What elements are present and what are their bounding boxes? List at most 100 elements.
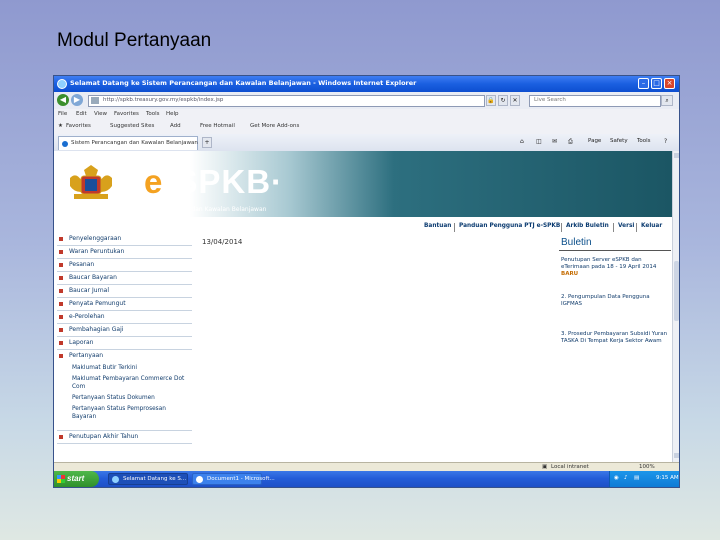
tab-label: Sistem Perancangan dan Kawalan Belanjawa… (71, 140, 198, 146)
suggested-sites-link[interactable]: Suggested Sites (110, 123, 154, 129)
current-date: 13/04/2014 (202, 238, 243, 246)
task-ie[interactable]: Selamat Datang ke S... (108, 473, 188, 485)
star-icon[interactable]: ★ (58, 123, 63, 129)
menu-item-baucar-bayaran[interactable]: Baucar Bayaran (57, 272, 192, 285)
bullet-icon (59, 263, 63, 267)
bullet-icon (59, 435, 63, 439)
bullet-icon (59, 315, 63, 319)
menu-item-pesanan[interactable]: Pesanan (57, 259, 192, 272)
vertical-scrollbar[interactable] (672, 151, 679, 462)
address-toolbar: ◀ ▶ http://spkb.treasury.gov.my/espkb/in… (54, 92, 679, 110)
bullet-icon (59, 354, 63, 358)
add-link[interactable]: Add (170, 123, 181, 129)
menu-item-pembahagian-gaji[interactable]: Pembahagian Gaji (57, 324, 192, 337)
page-menu[interactable]: Page (588, 138, 601, 144)
new-badge: BARU (561, 271, 579, 277)
status-zone: Local intranet (551, 464, 589, 470)
address-input[interactable]: http://spkb.treasury.gov.my/espkb/index.… (88, 95, 485, 107)
task-word[interactable]: Document1 - Microsoft... (192, 473, 275, 485)
network-icon[interactable]: ▤ (634, 475, 639, 481)
menu-file[interactable]: File (58, 111, 67, 117)
menu-item-penyelenggaraan[interactable]: Penyelenggaraan (57, 233, 192, 246)
menu-help[interactable]: Help (166, 111, 179, 117)
start-button[interactable]: start (54, 471, 99, 487)
submenu-status-dokumen[interactable]: Pertanyaan Status Dokumen (72, 394, 187, 402)
scroll-thumb[interactable] (674, 261, 679, 321)
addons-link[interactable]: Get More Add-ons (250, 123, 299, 129)
submenu-maklumat-butir[interactable]: Maklumat Butir Terkini (72, 364, 187, 372)
bullet-icon (59, 302, 63, 306)
search-icon[interactable]: ⌕ (661, 95, 673, 106)
bullet-icon (59, 250, 63, 254)
submenu-commerce-dot-com[interactable]: Maklumat Pembayaran Commerce Dot Com (72, 375, 187, 391)
back-icon[interactable]: ◀ (57, 94, 69, 106)
hotmail-link[interactable]: Free Hotmail (200, 123, 235, 129)
tray-icon[interactable]: ◉ (614, 475, 619, 481)
espkb-logo: ·e-SPKB· (132, 163, 284, 200)
word-task-icon (196, 476, 203, 483)
site-subtitle: Sistem Perancangan dan Kawalan Belanjawa… (128, 206, 267, 213)
minimize-button[interactable]: – (638, 78, 649, 89)
windows-taskbar: start Selamat Datang ke S... Document1 -… (54, 471, 679, 487)
menu-item-eperolehan[interactable]: e-Perolehan (57, 311, 192, 324)
nav-bantuan[interactable]: Bantuan (424, 223, 451, 229)
menu-item-waran[interactable]: Waran Peruntukan (57, 246, 192, 259)
tab-favicon-icon (62, 141, 68, 147)
menu-item-baucar-jurnal[interactable]: Baucar Jurnal (57, 285, 192, 298)
refresh-icon[interactable]: ↻ (498, 95, 508, 106)
bullet-icon (59, 289, 63, 293)
home-icon[interactable]: ⌂ (520, 138, 524, 145)
address-text: http://spkb.treasury.gov.my/espkb/index.… (103, 97, 224, 103)
search-input[interactable]: Live Search (529, 95, 661, 107)
menu-item-penutupan[interactable]: Penutupan Akhir Tahun (57, 430, 192, 444)
lock-icon[interactable]: 🔒 (486, 95, 496, 106)
menu-item-penyata-pemungut[interactable]: Penyata Pemungut (57, 298, 192, 311)
volume-icon[interactable]: ♪ (624, 475, 628, 481)
window-titlebar[interactable]: Selamat Datang ke Sistem Perancangan dan… (54, 76, 679, 92)
nav-panduan[interactable]: Panduan Pengguna PTJ e-SPKB (459, 223, 560, 229)
browser-window: Selamat Datang ke Sistem Perancangan dan… (53, 75, 680, 488)
safety-menu[interactable]: Safety (610, 138, 628, 144)
favorites-bar: ★ Favorites Suggested Sites Add Free Hot… (54, 120, 679, 135)
nav-arkib-buletin[interactable]: Arkib Buletin (566, 223, 609, 229)
nav-versi[interactable]: Versi (618, 223, 634, 229)
bullet-icon (59, 341, 63, 345)
bullet-icon (59, 328, 63, 332)
tab-espkb[interactable]: Sistem Perancangan dan Kawalan Belanjawa… (58, 136, 198, 150)
crest-icon (70, 165, 112, 199)
tab-bar: Sistem Perancangan dan Kawalan Belanjawa… (54, 134, 679, 152)
menu-tools[interactable]: Tools (146, 111, 160, 117)
tools-menu[interactable]: Tools (637, 138, 651, 144)
menu-edit[interactable]: Edit (76, 111, 87, 117)
page-content: ·e-SPKB· Sistem Perancangan dan Kawalan … (54, 151, 672, 462)
windows-flag-icon (57, 475, 65, 483)
help-icon[interactable]: ? (664, 138, 667, 145)
feeds-icon[interactable]: ◫ (536, 138, 542, 145)
close-button[interactable]: × (664, 78, 675, 89)
ie-task-icon (112, 476, 119, 483)
bulletin-item[interactable]: 2. Pengumpulan Data Pengguna IGFMAS (561, 294, 669, 308)
menu-item-laporan[interactable]: Laporan (57, 337, 192, 350)
maximize-button[interactable]: □ (651, 78, 662, 89)
system-tray: ◉ ♪ ▤ 9:15 AM (609, 471, 679, 487)
submenu-status-pemprosesan[interactable]: Pertanyaan Status Pemprosesan Bayaran (72, 405, 177, 421)
print-icon[interactable]: ⎙ (568, 138, 573, 146)
bullet-icon (59, 276, 63, 280)
menu-item-pertanyaan[interactable]: Pertanyaan (57, 350, 192, 362)
ie-icon (57, 79, 67, 89)
zoom-level[interactable]: 100% (639, 464, 655, 470)
nav-keluar[interactable]: Keluar (641, 223, 662, 229)
stop-icon[interactable]: ✕ (510, 95, 520, 106)
page-icon (91, 97, 99, 104)
bulletin-item[interactable]: 3. Prosedur Pembayaran Subsidi Yuran TAS… (561, 331, 669, 345)
favorites-link[interactable]: Favorites (66, 123, 91, 129)
menu-view[interactable]: View (94, 111, 107, 117)
slide-title: Modul Pertanyaan (57, 30, 212, 51)
mail-icon[interactable]: ✉ (552, 138, 557, 145)
clock: 9:15 AM (656, 475, 679, 481)
forward-icon[interactable]: ▶ (71, 94, 83, 106)
menu-favorites[interactable]: Favorites (114, 111, 139, 117)
bulletin-title: Buletin (561, 237, 592, 248)
bulletin-item[interactable]: Penutupan Server eSPKB dan eTerimaan pad… (561, 257, 669, 278)
new-tab-icon[interactable]: + (202, 137, 212, 148)
